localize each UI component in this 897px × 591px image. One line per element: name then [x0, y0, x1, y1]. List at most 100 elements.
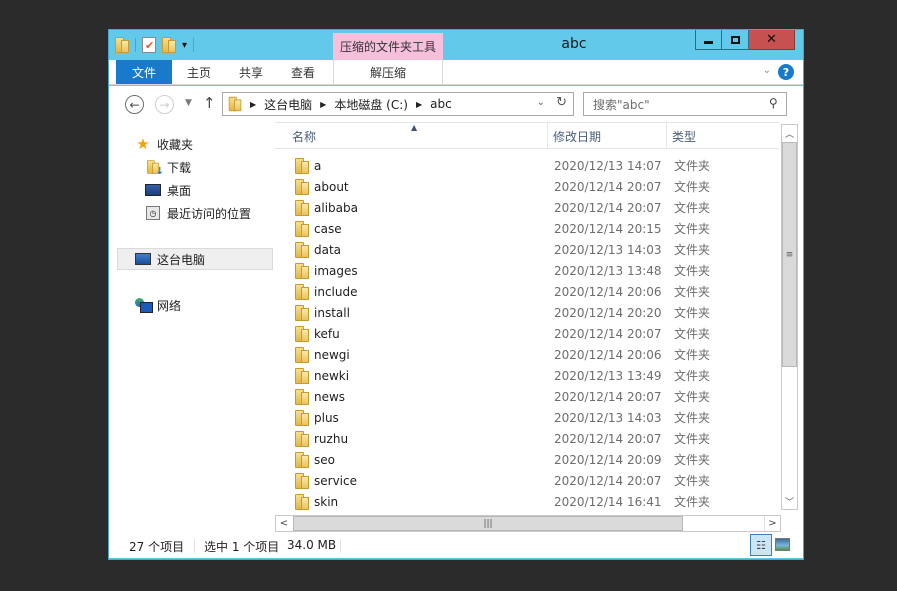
file-row[interactable]: news 2020/12/14 20:07 文件夹: [275, 386, 779, 407]
minimize-button[interactable]: [695, 30, 722, 50]
file-date: 2020/12/14 20:20: [554, 305, 662, 320]
desktop-icon: [145, 182, 161, 198]
file-row[interactable]: data 2020/12/13 14:03 文件夹: [275, 239, 779, 260]
folder-icon: [295, 326, 309, 342]
nav-item-recent-places[interactable]: ◷ 最近访问的位置: [145, 202, 251, 224]
nav-item-network[interactable]: 网络: [135, 294, 181, 316]
folder-icon: [295, 368, 309, 384]
file-row[interactable]: plus 2020/12/13 14:03 文件夹: [275, 407, 779, 428]
explorer-window: ▾ 压缩的文件夹工具 abc ✕ 文件 主页 共享 查看 解压缩 ⌄ ? ← →…: [108, 29, 804, 560]
file-row[interactable]: install 2020/12/14 20:20 文件夹: [275, 302, 779, 323]
file-row[interactable]: newgi 2020/12/14 20:06 文件夹: [275, 344, 779, 365]
file-row[interactable]: about 2020/12/14 20:07 文件夹: [275, 176, 779, 197]
status-divider: [194, 539, 195, 553]
scroll-up-icon[interactable]: ︿: [782, 125, 797, 141]
chevron-down-icon[interactable]: ⌄: [537, 97, 545, 108]
sort-ascending-icon: ▲: [411, 123, 418, 132]
file-row[interactable]: case 2020/12/14 20:15 文件夹: [275, 218, 779, 239]
tab-file[interactable]: 文件: [116, 60, 172, 84]
back-button[interactable]: ←: [125, 95, 144, 114]
breadcrumb-chevron-icon[interactable]: ▶: [320, 100, 326, 109]
large-icons-view-button[interactable]: [775, 538, 790, 551]
maximize-button[interactable]: [722, 30, 749, 50]
file-row[interactable]: images 2020/12/13 13:48 文件夹: [275, 260, 779, 281]
file-name: include: [314, 284, 358, 299]
breadcrumb-chevron-icon[interactable]: ▶: [416, 100, 422, 109]
folder-icon: [295, 389, 309, 405]
nav-item-favorites[interactable]: ★ 收藏夹: [135, 133, 193, 155]
properties-icon[interactable]: [142, 37, 156, 53]
column-resize-handle[interactable]: [666, 123, 667, 149]
file-type: 文件夹: [674, 159, 711, 173]
breadcrumb-abc[interactable]: abc: [430, 97, 452, 111]
file-date: 2020/12/14 20:07: [554, 389, 662, 404]
file-name: newgi: [314, 347, 350, 362]
folder-icon[interactable]: [115, 37, 129, 53]
tab-share[interactable]: 共享: [225, 60, 277, 84]
refresh-icon[interactable]: ↻: [556, 95, 567, 110]
file-row[interactable]: a 2020/12/13 14:07 文件夹: [275, 155, 779, 176]
vertical-scrollbar[interactable]: ︿ ≡ ﹀: [781, 124, 798, 510]
nav-item-this-pc[interactable]: 这台电脑: [117, 248, 273, 270]
toolbar-separator: [135, 38, 136, 52]
file-row[interactable]: include 2020/12/14 20:06 文件夹: [275, 281, 779, 302]
recent-locations-dropdown[interactable]: ▼: [185, 98, 192, 108]
vertical-scroll-thumb[interactable]: ≡: [782, 142, 797, 367]
nav-item-downloads[interactable]: ↓ 下载: [145, 156, 191, 178]
file-row[interactable]: seo 2020/12/14 20:09 文件夹: [275, 449, 779, 470]
navigation-bar: ← → ▼ ↑ ▶ 这台电脑 ▶ 本地磁盘 (C:) ▶ abc ⌄ ↻ 搜索"…: [109, 86, 803, 122]
folder-icon: [295, 347, 309, 363]
details-view-button[interactable]: ☷: [750, 534, 772, 556]
new-folder-icon[interactable]: [162, 37, 176, 53]
folder-icon: [228, 96, 242, 112]
expand-ribbon-icon[interactable]: ⌄: [763, 65, 771, 76]
tab-extract[interactable]: 解压缩: [333, 60, 443, 84]
ribbon-tabs: 文件 主页 共享 查看 解压缩 ⌄ ?: [109, 60, 803, 85]
horizontal-scrollbar[interactable]: < ||| >: [275, 515, 781, 532]
folder-icon: [295, 494, 309, 510]
column-header-type[interactable]: 类型: [672, 123, 696, 149]
column-resize-handle[interactable]: [547, 123, 548, 149]
downloads-icon: ↓: [145, 159, 164, 177]
folder-icon: [295, 452, 309, 468]
file-type: 文件夹: [674, 369, 711, 383]
nav-item-desktop[interactable]: 桌面: [145, 179, 191, 201]
nav-item-label: 这台电脑: [157, 252, 206, 267]
folder-icon: [295, 221, 309, 237]
up-button[interactable]: ↑: [203, 94, 216, 112]
forward-button[interactable]: →: [155, 95, 174, 114]
help-icon[interactable]: ?: [778, 64, 794, 80]
search-icon[interactable]: ⚲: [769, 96, 778, 110]
tab-home[interactable]: 主页: [173, 60, 225, 84]
file-type: 文件夹: [674, 285, 711, 299]
file-type: 文件夹: [674, 453, 711, 467]
horizontal-scroll-thumb[interactable]: |||: [293, 516, 683, 531]
breadcrumb-this-pc[interactable]: 这台电脑: [264, 96, 312, 113]
address-bar[interactable]: ▶ 这台电脑 ▶ 本地磁盘 (C:) ▶ abc ⌄ ↻: [222, 92, 574, 116]
scroll-left-icon[interactable]: <: [276, 516, 292, 531]
file-date: 2020/12/14 16:41: [554, 494, 662, 509]
file-row[interactable]: alibaba 2020/12/14 20:07 文件夹: [275, 197, 779, 218]
file-row[interactable]: kefu 2020/12/14 20:07 文件夹: [275, 323, 779, 344]
file-row[interactable]: ruzhu 2020/12/14 20:07 文件夹: [275, 428, 779, 449]
breadcrumb-chevron-icon[interactable]: ▶: [250, 100, 256, 109]
close-button[interactable]: ✕: [749, 30, 795, 50]
column-header-date[interactable]: 修改日期: [553, 123, 601, 149]
scroll-right-icon[interactable]: >: [764, 516, 780, 531]
customize-dropdown-icon[interactable]: ▾: [182, 40, 187, 51]
file-date: 2020/12/13 14:03: [554, 242, 662, 257]
column-header-name[interactable]: 名称: [292, 123, 316, 149]
scroll-down-icon[interactable]: ﹀: [782, 493, 797, 509]
file-date: 2020/12/13 14:07: [554, 158, 662, 173]
file-type: 文件夹: [674, 180, 711, 194]
search-placeholder: 搜索"abc": [593, 97, 650, 112]
breadcrumb-local-disk[interactable]: 本地磁盘 (C:): [334, 96, 408, 113]
file-row[interactable]: newki 2020/12/13 13:49 文件夹: [275, 365, 779, 386]
file-row[interactable]: service 2020/12/14 20:07 文件夹: [275, 470, 779, 491]
file-date: 2020/12/14 20:07: [554, 431, 662, 446]
tab-view[interactable]: 查看: [277, 60, 329, 84]
title-bar[interactable]: ▾ 压缩的文件夹工具 abc ✕: [109, 30, 803, 60]
selected-count: 选中 1 个项目: [204, 540, 280, 554]
file-row[interactable]: skin 2020/12/14 16:41 文件夹: [275, 491, 779, 512]
search-input[interactable]: 搜索"abc" ⚲: [583, 92, 787, 116]
